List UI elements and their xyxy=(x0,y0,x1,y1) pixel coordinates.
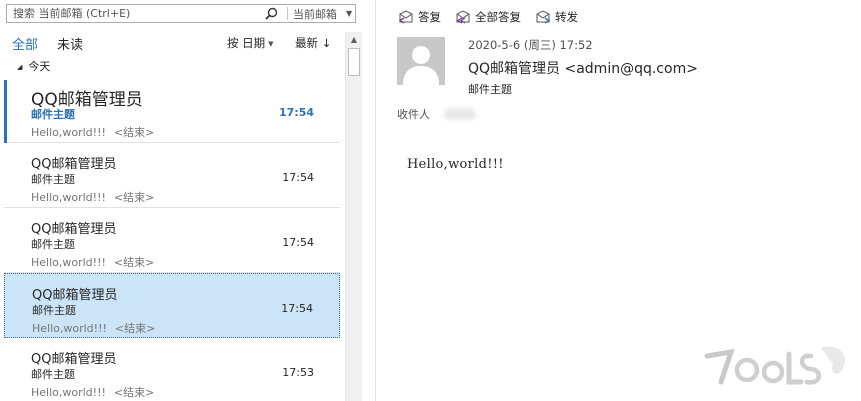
message-subject: 邮件主题 xyxy=(31,108,75,121)
message-list-pane: 当前邮箱 ▼ 全部 未读 按 日期▼ 最新 ↓ ◢今天 QQ邮箱管理员 邮件主题… xyxy=(0,0,363,401)
sort-by-dropdown[interactable]: 按 日期 ▼ xyxy=(227,35,274,51)
message-sender: QQ邮箱管理员 xyxy=(31,352,117,367)
message-preview: Hello,world!!! <结束> xyxy=(32,322,156,335)
message-preview: Hello,world!!! <结束> xyxy=(31,191,155,204)
message-time: 17:54 xyxy=(282,171,314,184)
forward-label: 转发 xyxy=(555,10,578,24)
forward-button[interactable]: 转发 xyxy=(535,9,578,25)
message-subject: 邮件主题 xyxy=(31,368,75,381)
search-separator xyxy=(287,7,288,20)
person-icon xyxy=(397,37,445,85)
message-sender: QQ邮箱管理员 xyxy=(31,157,117,172)
list-scrollbar[interactable]: ▲ xyxy=(345,32,362,401)
message-header-subject: 邮件主题 xyxy=(468,83,512,96)
message-time: 17:53 xyxy=(282,366,314,379)
chevron-down-icon: ▼ xyxy=(346,9,353,18)
reading-toolbar: 答复 全部答复 转发 xyxy=(398,8,592,26)
message-time: 17:54 xyxy=(281,302,313,315)
recipients-row: 收件人 xyxy=(397,106,476,122)
message-body: Hello,world!!! xyxy=(407,157,504,172)
message-sender: QQ邮箱管理员 xyxy=(31,222,117,237)
pane-divider[interactable] xyxy=(375,0,376,401)
group-header-today[interactable]: ◢ 今天 xyxy=(17,58,50,74)
search-scope-dropdown[interactable]: 当前邮箱 ▼ xyxy=(293,6,352,22)
message-list: QQ邮箱管理员 邮件主题 Hello,world!!! <结束> 17:54 QQ… xyxy=(4,78,340,401)
search-scope-label: 当前邮箱 xyxy=(293,7,337,21)
message-preview: Hello,world!!! <结束> xyxy=(31,386,155,399)
reply-all-label: 全部答复 xyxy=(475,10,521,24)
collapse-triangle-icon: ◢ xyxy=(17,63,23,71)
recipient-redacted[interactable] xyxy=(444,108,476,120)
reply-all-icon xyxy=(456,10,470,24)
filter-all-tab[interactable]: 全部 xyxy=(12,34,38,53)
unread-indicator xyxy=(4,80,7,143)
reply-all-button[interactable]: 全部答复 xyxy=(455,9,521,25)
message-subject: 邮件主题 xyxy=(31,173,75,186)
message-item[interactable]: QQ邮箱管理员 邮件主题 Hello,world!!! <结束> 17:54 xyxy=(4,143,340,208)
search-box[interactable]: 当前邮箱 ▼ xyxy=(6,4,356,23)
message-subject: 邮件主题 xyxy=(32,304,76,317)
message-from[interactable]: QQ邮箱管理员 <admin@qq.com> xyxy=(468,58,698,78)
message-preview: Hello,world!!! <结束> xyxy=(31,126,155,139)
message-subject: 邮件主题 xyxy=(31,238,75,251)
message-time: 17:54 xyxy=(282,236,314,249)
sort-order-toggle[interactable]: 最新 ↓ xyxy=(295,35,331,51)
recipients-label: 收件人 xyxy=(397,108,430,121)
reply-icon xyxy=(398,10,413,24)
forward-icon xyxy=(536,10,551,24)
reply-label: 答复 xyxy=(418,10,441,24)
filter-bar: 全部 未读 按 日期 ▼ 最新 ↓ xyxy=(12,34,338,53)
reply-button[interactable]: 答复 xyxy=(398,9,441,25)
search-icon[interactable] xyxy=(263,6,279,22)
message-preview: Hello,world!!! <结束> xyxy=(31,256,155,269)
message-item[interactable]: QQ邮箱管理员 邮件主题 Hello,world!!! <结束> 17:53 xyxy=(4,338,340,401)
watermark-logo xyxy=(704,346,846,385)
scroll-up-arrow-icon[interactable]: ▲ xyxy=(346,32,362,46)
chevron-down-icon: ▼ xyxy=(268,40,274,48)
sort-by-label: 按 日期 xyxy=(227,36,266,50)
message-item[interactable]: QQ邮箱管理员 邮件主题 Hello,world!!! <结束> 17:54 xyxy=(4,78,340,143)
filter-unread-tab[interactable]: 未读 xyxy=(57,34,83,53)
group-label: 今天 xyxy=(28,60,51,73)
scroll-thumb[interactable] xyxy=(348,48,360,76)
message-time: 17:54 xyxy=(278,106,314,119)
search-input[interactable] xyxy=(13,7,261,20)
sender-avatar[interactable] xyxy=(397,37,445,85)
message-date: 2020-5-6 (周三) 17:52 xyxy=(468,38,593,52)
message-item[interactable]: QQ邮箱管理员 邮件主题 Hello,world!!! <结束> 17:54 xyxy=(4,208,340,273)
message-item-selected[interactable]: QQ邮箱管理员 邮件主题 Hello,world!!! <结束> 17:54 xyxy=(4,273,340,338)
message-sender: QQ邮箱管理员 xyxy=(32,288,118,303)
